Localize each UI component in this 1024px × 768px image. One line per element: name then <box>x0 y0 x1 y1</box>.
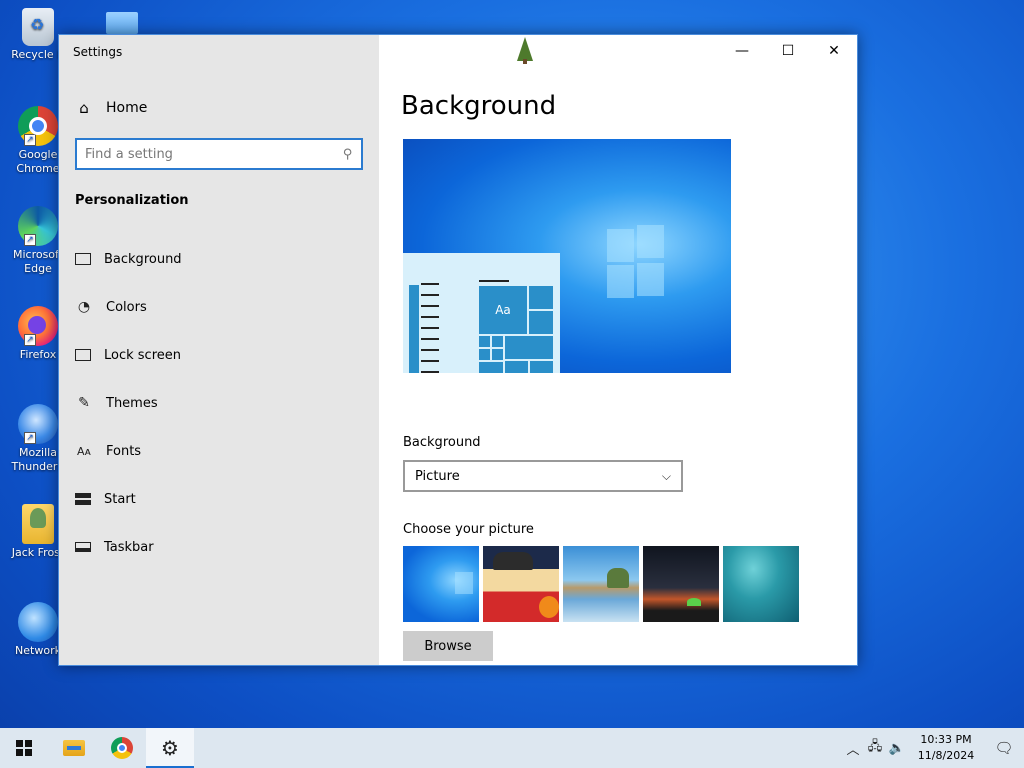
windows-logo-icon <box>607 225 665 298</box>
preview-tile-aa: Aa <box>479 286 527 334</box>
shortcut-arrow-icon: ↗ <box>24 134 36 146</box>
picture-icon <box>75 253 91 265</box>
nav-item-taskbar[interactable]: Taskbar <box>59 523 379 571</box>
nav-item-colors[interactable]: ◔ Colors <box>59 283 379 331</box>
picture-thumbnails <box>403 546 799 622</box>
start-button[interactable] <box>0 728 48 768</box>
volume-icon[interactable]: 🔈 <box>886 728 908 768</box>
nav-list: Background ◔ Colors Lock screen ✎ Themes… <box>59 235 379 571</box>
nav-item-background[interactable]: Background <box>59 235 379 283</box>
nav-item-lock-screen[interactable]: Lock screen <box>59 331 379 379</box>
nav-item-fonts[interactable]: Aᴀ Fonts <box>59 427 379 475</box>
search-input[interactable] <box>85 146 344 162</box>
maximize-button[interactable]: ☐ <box>765 35 811 67</box>
chevron-up-icon[interactable]: ︿ <box>842 728 864 768</box>
background-preview: Aa <box>403 139 731 373</box>
edge-icon: ↗ <box>18 206 58 246</box>
system-tray: ︿ 🖧 🔈 10:33 PM 11/8/2024 🗨 <box>842 728 1024 768</box>
firefox-icon: ↗ <box>18 306 58 346</box>
taskbar: ⚙ ︿ 🖧 🔈 10:33 PM 11/8/2024 🗨 <box>0 728 1024 768</box>
monitor-icon <box>75 349 91 361</box>
page-title: Background <box>401 91 557 121</box>
close-button[interactable]: ✕ <box>811 35 857 67</box>
preview-list-lines <box>421 283 439 373</box>
background-dropdown[interactable]: Picture ⌵ <box>403 460 683 492</box>
chrome-icon <box>111 737 133 759</box>
preview-header-line <box>479 280 509 282</box>
picture-thumbnail-underwater[interactable] <box>723 546 799 622</box>
recycle-bin-graphic-icon <box>22 8 54 46</box>
palette-icon: ◔ <box>77 299 91 315</box>
start-icon <box>75 493 91 505</box>
gear-icon: ⚙ <box>161 736 179 760</box>
browse-button[interactable]: Browse <box>403 631 493 661</box>
brush-icon: ✎ <box>78 395 90 411</box>
clock-date: 11/8/2024 <box>917 749 975 762</box>
notification-icon[interactable]: 🗨 <box>984 728 1024 768</box>
chevron-down-icon: ⌵ <box>661 468 671 483</box>
home-icon: ⌂ <box>79 99 89 117</box>
chrome-icon: ↗ <box>18 106 58 146</box>
settings-sidebar: Settings ⌂ Home ⚲ Personalization Backgr… <box>59 35 379 665</box>
tree-icon <box>513 35 537 65</box>
file-explorer-button[interactable] <box>50 728 98 768</box>
nav-item-label: Taskbar <box>104 539 154 555</box>
nav-item-label: Fonts <box>106 443 142 459</box>
preview-tiles: Aa <box>479 286 555 373</box>
windows-start-icon <box>16 740 32 756</box>
home-label: Home <box>106 100 148 116</box>
network-globe-icon <box>18 602 58 642</box>
window-controls: — ☐ ✕ <box>719 35 857 67</box>
shortcut-arrow-icon: ↗ <box>24 432 36 444</box>
font-icon: Aᴀ <box>76 444 92 458</box>
desktop-folder-icon[interactable] <box>106 12 138 34</box>
nav-item-start[interactable]: Start <box>59 475 379 523</box>
shortcut-arrow-icon: ↗ <box>24 234 36 246</box>
background-label: Background <box>403 435 481 450</box>
chrome-taskbar-button[interactable] <box>98 728 146 768</box>
taskbar-icon <box>75 542 91 552</box>
window-title: Settings <box>73 45 123 59</box>
picture-thumbnail-night-sky[interactable] <box>643 546 719 622</box>
shortcut-arrow-icon: ↗ <box>24 334 36 346</box>
settings-taskbar-button[interactable]: ⚙ <box>146 728 194 768</box>
nav-item-label: Colors <box>106 299 147 315</box>
picture-thumbnail-beach[interactable] <box>563 546 639 622</box>
settings-main: — ☐ ✕ Background Aa Background Picture ⌵… <box>379 35 857 665</box>
file-explorer-icon <box>63 740 85 756</box>
user-folder-graphic-icon <box>22 504 54 544</box>
network-status-icon[interactable]: 🖧 <box>864 728 886 768</box>
nav-item-label: Lock screen <box>104 347 181 363</box>
minimize-button[interactable]: — <box>719 35 765 67</box>
nav-item-themes[interactable]: ✎ Themes <box>59 379 379 427</box>
nav-item-label: Themes <box>106 395 158 411</box>
nav-item-label: Start <box>104 491 136 507</box>
preview-bar <box>409 285 419 373</box>
home-link[interactable]: ⌂ Home <box>75 97 147 119</box>
thunderbird-icon: ↗ <box>18 404 58 444</box>
search-box[interactable]: ⚲ <box>75 138 363 170</box>
background-dropdown-value: Picture <box>415 468 460 484</box>
search-icon: ⚲ <box>343 146 353 162</box>
nav-item-label: Background <box>104 251 182 267</box>
start-menu-preview: Aa <box>403 253 560 373</box>
section-title: Personalization <box>75 193 189 208</box>
clock[interactable]: 10:33 PM 11/8/2024 <box>908 732 984 764</box>
picture-thumbnail-windows[interactable] <box>403 546 479 622</box>
settings-window: Settings ⌂ Home ⚲ Personalization Backgr… <box>58 34 858 666</box>
picture-thumbnail-cartoon[interactable] <box>483 546 559 622</box>
clock-time: 10:33 PM <box>920 733 972 746</box>
choose-picture-label: Choose your picture <box>403 522 534 537</box>
